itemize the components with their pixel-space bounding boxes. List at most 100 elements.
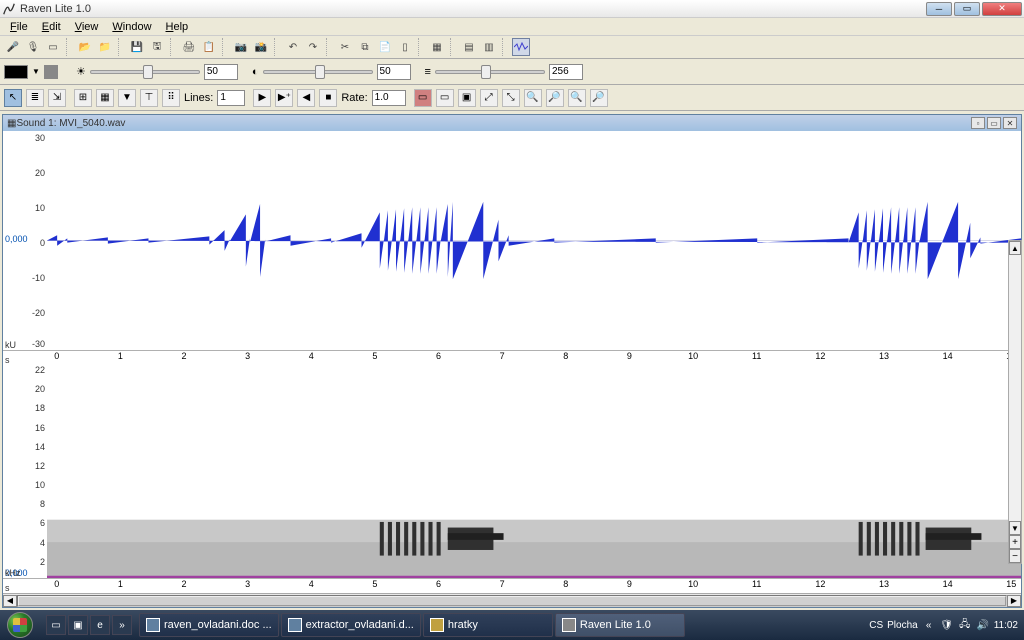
- record-to-file-button[interactable]: 🎙: [24, 38, 42, 56]
- tray-volume-icon[interactable]: 🔊: [976, 618, 990, 632]
- copy-button[interactable]: ⧉: [356, 38, 374, 56]
- tray-desktop[interactable]: Plocha: [887, 620, 918, 631]
- start-button[interactable]: [0, 610, 40, 640]
- copy-image-button[interactable]: 📋: [200, 38, 218, 56]
- tool-pointer[interactable]: ↖: [4, 89, 22, 107]
- system-tray: CS Plocha « 🛡 🖧 🔊 11:02: [863, 618, 1024, 632]
- zoom-sel-button[interactable]: ▭: [414, 89, 432, 107]
- scroll-left-button[interactable]: ◀: [3, 595, 17, 607]
- zoom-out-x-button[interactable]: 🔎: [546, 89, 564, 107]
- tray-shield-icon[interactable]: 🛡: [940, 618, 954, 632]
- tool-list[interactable]: ≣: [26, 89, 44, 107]
- tray-network-icon[interactable]: 🖧: [958, 618, 972, 632]
- view-marker[interactable]: ▼: [118, 89, 136, 107]
- save-as-button[interactable]: 🖫: [148, 38, 166, 56]
- xaxis-tick: 3: [245, 351, 250, 361]
- horizontal-scrollbar[interactable]: ◀ ▶: [3, 593, 1021, 607]
- open-recent-button[interactable]: 📁: [96, 38, 114, 56]
- lines-input[interactable]: [217, 90, 245, 106]
- quick-ie-icon[interactable]: e: [90, 615, 110, 635]
- brightness-input[interactable]: [204, 64, 238, 80]
- quick-desktop-icon[interactable]: ▭: [46, 615, 66, 635]
- sound-window: ▦ Sound 1: MVI_5040.wav ▫ ▭ ✕ 30 20 10 0…: [2, 114, 1022, 608]
- fft-input[interactable]: [549, 64, 583, 80]
- reverse-button[interactable]: ◀: [297, 89, 315, 107]
- tray-clock[interactable]: 11:02: [994, 620, 1018, 631]
- taskbar-item-word1[interactable]: raven_ovladani.doc ...: [139, 613, 279, 637]
- menu-help[interactable]: Help: [160, 20, 195, 34]
- waveform-plot[interactable]: [47, 131, 1021, 350]
- vscroll-up[interactable]: ▲: [1009, 241, 1021, 255]
- play-loop-button[interactable]: ▶⁺: [275, 89, 293, 107]
- maximize-button[interactable]: ▭: [954, 2, 980, 16]
- vzoom-out[interactable]: −: [1009, 549, 1021, 563]
- doc-max-button[interactable]: ▭: [987, 117, 1001, 129]
- scroll-right-button[interactable]: ▶: [1007, 595, 1021, 607]
- tool-measure[interactable]: ⇲: [48, 89, 66, 107]
- snapshot-all-button[interactable]: 📸: [252, 38, 270, 56]
- view-grid[interactable]: ⊞: [74, 89, 92, 107]
- contrast-slider[interactable]: [263, 70, 373, 74]
- menu-view[interactable]: View: [69, 20, 105, 34]
- menu-edit[interactable]: Edit: [36, 20, 67, 34]
- dropdown-arrow-icon[interactable]: ▼: [32, 67, 40, 76]
- menu-window[interactable]: Window: [106, 20, 157, 34]
- quick-explorer-icon[interactable]: ▣: [68, 615, 88, 635]
- redo-button[interactable]: ↷: [304, 38, 322, 56]
- xaxis-tick: 4: [309, 579, 314, 589]
- save-button[interactable]: 💾: [128, 38, 146, 56]
- zoom-active-button[interactable]: ▣: [458, 89, 476, 107]
- taskbar-item-word2[interactable]: extractor_ovladani.d...: [281, 613, 421, 637]
- contrast-input[interactable]: [377, 64, 411, 80]
- taskbar-item-folder[interactable]: hratky: [423, 613, 553, 637]
- stop-button[interactable]: ■: [319, 89, 337, 107]
- doc-close-button[interactable]: ✕: [1003, 117, 1017, 129]
- amplify-button[interactable]: ▥: [480, 38, 498, 56]
- fft-slider[interactable]: [435, 70, 545, 74]
- view-cursor[interactable]: ⊤: [140, 89, 158, 107]
- brightness-slider[interactable]: [90, 70, 200, 74]
- menu-file[interactable]: File: [4, 20, 34, 34]
- separator: [66, 38, 72, 56]
- zoom-all-x-button[interactable]: ⤢: [480, 89, 498, 107]
- zoom-fit-button[interactable]: ▭: [436, 89, 454, 107]
- undo-button[interactable]: ↶: [284, 38, 302, 56]
- color-swatch-fg[interactable]: [4, 65, 28, 79]
- zoom-in-x-button[interactable]: 🔍: [524, 89, 542, 107]
- close-button[interactable]: ✕: [982, 2, 1022, 16]
- scroll-thumb[interactable]: [18, 596, 1006, 606]
- rate-input[interactable]: [372, 90, 406, 106]
- record-button[interactable]: 🎤: [4, 38, 22, 56]
- quick-more-icon[interactable]: »: [112, 615, 132, 635]
- taskbar-item-raven[interactable]: Raven Lite 1.0: [555, 613, 685, 637]
- spectrogram-icon[interactable]: [512, 38, 530, 56]
- zoom-out-y-button[interactable]: 🔎: [590, 89, 608, 107]
- vzoom-in[interactable]: +: [1009, 535, 1021, 549]
- zoom-all-y-button[interactable]: ⤡: [502, 89, 520, 107]
- waveform-xaxis: s 0123456789101112131415: [3, 351, 1021, 365]
- delete-button[interactable]: ▯: [396, 38, 414, 56]
- xaxis-unit: s: [5, 355, 10, 365]
- minimize-button[interactable]: ─: [926, 2, 952, 16]
- paste-button[interactable]: 📄: [376, 38, 394, 56]
- cut-button[interactable]: ✂: [336, 38, 354, 56]
- filter-button[interactable]: ▤: [460, 38, 478, 56]
- select-all-button[interactable]: ▦: [428, 38, 446, 56]
- print-button[interactable]: 🖨: [180, 38, 198, 56]
- view-dots[interactable]: ⠿: [162, 89, 180, 107]
- xaxis-tick: 13: [879, 579, 889, 589]
- vertical-scrollbar[interactable]: ▲ ▼ + −: [1008, 240, 1022, 564]
- tray-lang[interactable]: CS: [869, 620, 883, 631]
- spectrogram-plot[interactable]: [47, 365, 1021, 578]
- doc-restore-button[interactable]: ▫: [971, 117, 985, 129]
- tray-chevron-icon[interactable]: «: [922, 618, 936, 632]
- vscroll-down[interactable]: ▼: [1009, 521, 1021, 535]
- play-button[interactable]: ▶: [253, 89, 271, 107]
- view-panel[interactable]: ▦: [96, 89, 114, 107]
- new-button[interactable]: ▭: [44, 38, 62, 56]
- open-button[interactable]: 📂: [76, 38, 94, 56]
- xaxis-tick: 6: [436, 579, 441, 589]
- color-swatch-bg[interactable]: [44, 65, 58, 79]
- zoom-in-y-button[interactable]: 🔍: [568, 89, 586, 107]
- snapshot-button[interactable]: 📷: [232, 38, 250, 56]
